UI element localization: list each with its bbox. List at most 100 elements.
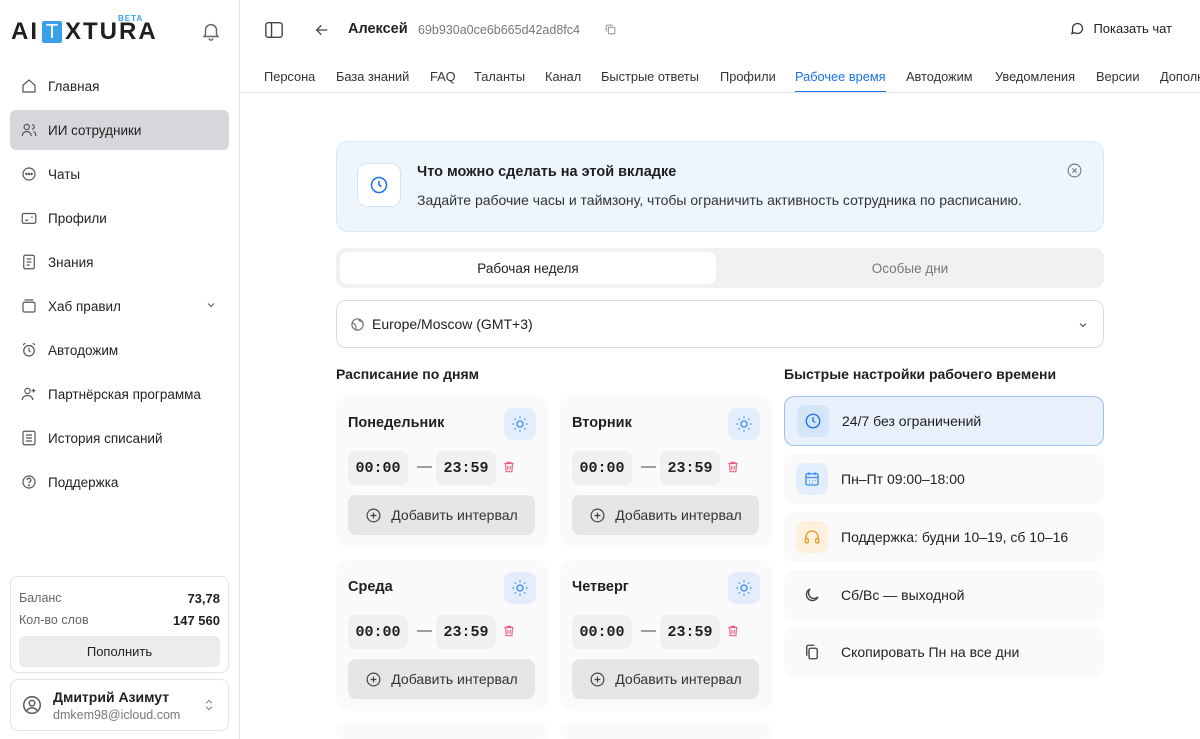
sidebar-item-support[interactable]: Поддержка xyxy=(10,462,229,502)
bell-icon[interactable] xyxy=(200,20,222,42)
stack-icon xyxy=(20,297,38,315)
day-card: Среда 00:00 — 23:59 Добавить интервал xyxy=(336,560,548,711)
segment-work-week[interactable]: Рабочая неделя xyxy=(340,252,716,284)
balance-row: Баланс 73,78 xyxy=(19,587,220,609)
segment-special-days[interactable]: Особые дни xyxy=(720,252,1100,284)
tab-persona[interactable]: Персона xyxy=(264,69,315,91)
quick-option-copy-monday[interactable]: Скопировать Пн на все дни xyxy=(784,627,1104,677)
sidebar-item-chats[interactable]: Чаты xyxy=(10,154,229,194)
sun-icon[interactable] xyxy=(728,408,760,440)
sidebar-item-rules-hub[interactable]: Хаб правил xyxy=(10,286,229,326)
tab-knowledge-base[interactable]: База знаний xyxy=(336,69,409,91)
tab-notifications[interactable]: Уведомления xyxy=(995,69,1075,91)
time-from-input[interactable]: 00:00 xyxy=(572,615,632,649)
sidebar-item-profiles[interactable]: Профили xyxy=(10,198,229,238)
time-to-input[interactable]: 23:59 xyxy=(660,615,720,649)
sidebar-item-label: Главная xyxy=(48,78,100,94)
sidebar-item-label: Поддержка xyxy=(48,474,119,490)
quick-option-24-7[interactable]: 24/7 без ограничений xyxy=(784,396,1104,446)
beta-badge: BETA xyxy=(118,14,144,23)
panel-toggle-icon[interactable] xyxy=(264,21,284,44)
trash-icon[interactable] xyxy=(502,460,516,479)
words-label: Кол-во слов xyxy=(19,613,89,627)
sun-icon[interactable] xyxy=(728,572,760,604)
user-card[interactable]: Дмитрий Азимут dmkem98@icloud.com xyxy=(10,679,229,731)
logo-mid: T xyxy=(42,21,62,43)
user-email: dmkem98@icloud.com xyxy=(53,707,181,722)
chevron-updown-icon[interactable] xyxy=(202,697,216,713)
sidebar-item-home[interactable]: Главная xyxy=(10,66,229,106)
quick-option-weekend-off[interactable]: Сб/Вс — выходной xyxy=(784,570,1104,620)
logo-left: AI xyxy=(11,18,39,45)
sun-icon[interactable] xyxy=(504,408,536,440)
add-interval-button[interactable]: Добавить интервал xyxy=(348,495,535,535)
quick-settings-title: Быстрые настройки рабочего времени xyxy=(784,366,1057,382)
quick-option-label: 24/7 без ограничений xyxy=(842,413,982,429)
show-chat-label: Показать чат xyxy=(1093,21,1172,36)
chevron-down-icon[interactable] xyxy=(205,299,217,314)
logo[interactable]: AI T XTURA BETA xyxy=(11,14,158,46)
time-to-input[interactable]: 23:59 xyxy=(436,451,496,485)
sidebar-item-label: Чаты xyxy=(48,166,81,182)
logo-right: XTURA xyxy=(65,18,158,45)
add-interval-button[interactable]: Добавить интервал xyxy=(348,659,535,699)
copy-icon[interactable] xyxy=(604,23,617,41)
sidebar-item-partner[interactable]: Партнёрская программа xyxy=(10,374,229,414)
add-interval-label: Добавить интервал xyxy=(615,507,742,523)
sidebar-item-label: Профили xyxy=(48,210,107,226)
timezone-select[interactable]: Europe/Moscow (GMT+3) xyxy=(336,300,1104,348)
day-card: Вторник 00:00 — 23:59 Добавить интервал xyxy=(560,396,772,547)
id-card-icon xyxy=(20,209,38,227)
quick-option-label: Поддержка: будни 10–19, сб 10–16 xyxy=(841,529,1069,545)
trash-icon[interactable] xyxy=(726,460,740,479)
chevron-down-icon xyxy=(1077,318,1089,334)
clock-icon xyxy=(357,163,401,207)
trash-icon[interactable] xyxy=(502,624,516,643)
sun-icon[interactable] xyxy=(504,572,536,604)
sidebar-item-label: Хаб правил xyxy=(48,298,121,314)
time-from-input[interactable]: 00:00 xyxy=(348,615,408,649)
tab-talents[interactable]: Таланты xyxy=(474,69,525,91)
users-icon xyxy=(20,121,38,139)
time-separator: — xyxy=(417,622,432,639)
time-from-input[interactable]: 00:00 xyxy=(348,451,408,485)
sidebar-item-autofollowup[interactable]: Автодожим xyxy=(10,330,229,370)
copy-icon xyxy=(796,636,828,668)
close-icon[interactable] xyxy=(1066,162,1083,184)
info-title: Что можно сделать на этой вкладке xyxy=(417,164,677,180)
time-from-input[interactable]: 00:00 xyxy=(572,451,632,485)
tab-profiles[interactable]: Профили xyxy=(720,69,776,91)
add-interval-button[interactable]: Добавить интервал xyxy=(572,659,759,699)
day-card: Четверг 00:00 — 23:59 Добавить интервал xyxy=(560,560,772,711)
add-interval-button[interactable]: Добавить интервал xyxy=(572,495,759,535)
topup-button[interactable]: Пополнить xyxy=(19,636,220,667)
time-separator: — xyxy=(641,622,656,639)
schedule-title: Расписание по дням xyxy=(336,366,480,382)
sidebar-item-knowledge[interactable]: Знания xyxy=(10,242,229,282)
tab-quick-replies[interactable]: Быстрые ответы xyxy=(601,69,699,91)
show-chat-button[interactable]: Показать чат xyxy=(1070,21,1172,36)
user-plus-icon xyxy=(20,385,38,403)
balance-card: Баланс 73,78 Кол-во слов 147 560 Пополни… xyxy=(10,576,229,673)
tab-more[interactable]: Дополн xyxy=(1160,69,1200,91)
employee-id: 69b930a0ce6b665d42ad8fc4 xyxy=(418,23,580,37)
time-to-input[interactable]: 23:59 xyxy=(436,615,496,649)
quick-option-label: Пн–Пт 09:00–18:00 xyxy=(841,471,965,487)
sidebar-item-history[interactable]: История списаний xyxy=(10,418,229,458)
tab-channel[interactable]: Канал xyxy=(545,69,581,91)
home-icon xyxy=(20,77,38,95)
quick-option-support[interactable]: Поддержка: будни 10–19, сб 10–16 xyxy=(784,512,1104,562)
trash-icon[interactable] xyxy=(726,624,740,643)
sidebar-item-ai-employees[interactable]: ИИ сотрудники xyxy=(10,110,229,150)
tab-faq[interactable]: FAQ xyxy=(430,69,456,91)
words-row: Кол-во слов 147 560 xyxy=(19,609,220,631)
tab-versions[interactable]: Версии xyxy=(1096,69,1139,91)
day-card-partial xyxy=(336,724,548,739)
plus-circle-icon xyxy=(366,508,381,522)
quick-option-weekdays[interactable]: Пн–Пт 09:00–18:00 xyxy=(784,454,1104,504)
time-to-input[interactable]: 23:59 xyxy=(660,451,720,485)
back-arrow-icon[interactable] xyxy=(314,22,330,43)
tab-working-time[interactable]: Рабочее время xyxy=(795,69,886,92)
plus-circle-icon xyxy=(590,672,605,686)
tab-autofollowup[interactable]: Автодожим xyxy=(906,69,973,91)
